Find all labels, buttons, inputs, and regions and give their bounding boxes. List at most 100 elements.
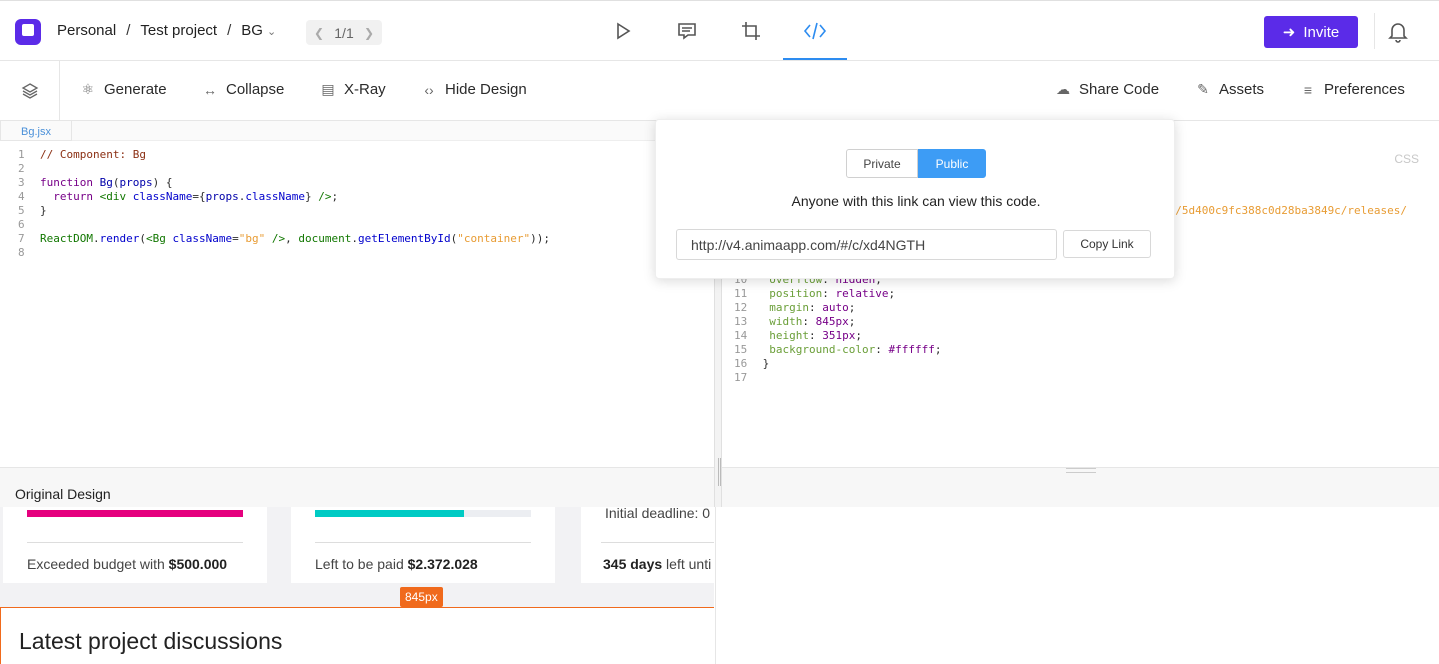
code-brackets-icon: ‹› xyxy=(421,82,437,98)
code-tag: /> xyxy=(318,190,331,203)
share-message: Anyone with this link can view this code… xyxy=(656,193,1176,209)
layers-icon xyxy=(21,82,39,100)
hide-design-button[interactable]: ‹› Hide Design xyxy=(421,81,527,98)
line-number: 16 xyxy=(734,357,756,371)
line-number: 17 xyxy=(734,371,756,385)
budget-amount: $500.000 xyxy=(169,556,227,572)
days-suffix: left unti xyxy=(662,556,711,572)
generate-label: Generate xyxy=(104,81,167,98)
code-tag: <div xyxy=(100,190,127,203)
line-number: 15 xyxy=(734,343,756,357)
css-value: auto xyxy=(822,301,849,314)
css-property: width xyxy=(769,315,802,328)
css-value: 351px xyxy=(822,329,855,342)
code-keyword: function xyxy=(40,176,93,189)
atom-icon: ⚛ xyxy=(80,81,96,98)
generate-button[interactable]: ⚛ Generate xyxy=(80,81,167,98)
file-tab-strip xyxy=(0,121,714,141)
bell-icon[interactable] xyxy=(1388,21,1408,48)
code-def: Bg xyxy=(100,176,113,189)
payment-card: Left to be paid $2.372.028 xyxy=(291,507,555,583)
original-design-header: Original Design xyxy=(0,467,714,507)
code-fn: render xyxy=(100,232,140,245)
comments-mode-button[interactable] xyxy=(673,17,701,45)
css-import-url: ts/5d400c9fc388c0d28ba3849c/releases/ xyxy=(1162,204,1407,218)
collapse-button[interactable]: ↔ Collapse xyxy=(202,81,284,98)
preferences-label: Preferences xyxy=(1324,81,1405,98)
breadcrumb-project[interactable]: Test project xyxy=(140,22,217,39)
breadcrumb-personal[interactable]: Personal xyxy=(57,22,116,39)
preview-header xyxy=(722,467,1439,507)
chevron-left-icon[interactable]: ❮ xyxy=(314,26,324,40)
play-icon xyxy=(614,22,632,40)
hide-design-label: Hide Design xyxy=(445,81,527,98)
card-divider xyxy=(315,542,531,543)
budget-progress-fill xyxy=(27,510,243,517)
css-label: CSS xyxy=(1394,152,1419,166)
share-code-button[interactable]: ☁ Share Code xyxy=(1055,81,1159,98)
css-property: margin xyxy=(769,301,809,314)
visibility-toggle: Private Public xyxy=(846,149,986,178)
jsx-editor[interactable]: Bg.jsx 1// Component: Bg 2 3function Bg(… xyxy=(0,121,714,467)
comment-icon xyxy=(677,21,697,41)
active-mode-indicator xyxy=(783,58,847,60)
code-mode-button[interactable] xyxy=(801,17,829,45)
css-code: 10 overflow: hidden; 11 position: relati… xyxy=(734,273,941,385)
anima-logo[interactable] xyxy=(15,19,41,45)
css-value: 845px xyxy=(816,315,849,328)
share-url-field[interactable] xyxy=(676,229,1057,260)
inspect-mode-button[interactable] xyxy=(737,17,765,45)
code-var: ReactDOM xyxy=(40,232,93,245)
css-value: #ffffff xyxy=(888,343,934,356)
css-property: height xyxy=(769,329,809,342)
jsx-code: 1// Component: Bg 2 3function Bg(props) … xyxy=(18,148,550,260)
breadcrumb: Personal / Test project / BG⌄ xyxy=(57,22,276,39)
play-mode-button[interactable] xyxy=(609,17,637,45)
payment-progress-bar xyxy=(315,510,531,517)
collapse-label: Collapse xyxy=(226,81,284,98)
invite-button[interactable]: ➜ Invite xyxy=(1264,16,1358,48)
budget-prefix: Exceeded budget with xyxy=(27,556,169,572)
splitter-grip[interactable] xyxy=(718,458,721,486)
chevron-right-icon[interactable]: ❯ xyxy=(364,26,374,40)
discussions-title: Latest project discussions xyxy=(19,628,282,655)
layers-button[interactable] xyxy=(0,61,60,120)
share-code-label: Share Code xyxy=(1079,81,1159,98)
sliders-icon: ≡ xyxy=(1300,82,1316,98)
private-option[interactable]: Private xyxy=(846,149,918,178)
copy-link-button[interactable]: Copy Link xyxy=(1063,230,1151,258)
preferences-button[interactable]: ≡ Preferences xyxy=(1300,81,1405,98)
pen-icon: ✎ xyxy=(1195,81,1211,98)
payment-prefix: Left to be paid xyxy=(315,556,408,572)
code-attr: className xyxy=(245,190,305,203)
line-number: 13 xyxy=(734,315,756,329)
budget-progress-bar xyxy=(27,510,243,517)
public-option[interactable]: Public xyxy=(918,149,986,178)
payment-text: Left to be paid $2.372.028 xyxy=(315,556,478,572)
card-divider xyxy=(27,542,243,543)
assets-button[interactable]: ✎ Assets xyxy=(1195,81,1264,98)
code-icon xyxy=(803,21,827,41)
horizontal-splitter-grip[interactable] xyxy=(1066,468,1096,473)
code-tag: /> xyxy=(272,232,285,245)
code-tag: <Bg xyxy=(146,232,166,245)
deadline-card: Initial deadline: 0 345 days left unti xyxy=(581,507,714,583)
code-comment: // Component: Bg xyxy=(40,148,146,161)
line-number: 14 xyxy=(734,329,756,343)
budget-card: Exceeded budget with $500.000 xyxy=(3,507,267,583)
breadcrumb-separator: / xyxy=(126,22,130,39)
budget-text: Exceeded budget with $500.000 xyxy=(27,556,227,572)
code-string: "bg" xyxy=(239,232,266,245)
breadcrumb-screen[interactable]: BG⌄ xyxy=(241,22,276,39)
assets-label: Assets xyxy=(1219,81,1264,98)
card-divider xyxy=(601,542,714,543)
code-string: "container" xyxy=(457,232,530,245)
code-def: props xyxy=(206,190,239,203)
xray-button[interactable]: ▤ X-Ray xyxy=(320,81,386,98)
code-def: props xyxy=(119,176,152,189)
code-attr: className xyxy=(133,190,193,203)
collapse-arrows-icon: ↔ xyxy=(202,82,218,98)
days-amount: 345 days xyxy=(603,556,662,572)
file-tab[interactable]: Bg.jsx xyxy=(0,121,72,141)
css-value: relative xyxy=(835,287,888,300)
